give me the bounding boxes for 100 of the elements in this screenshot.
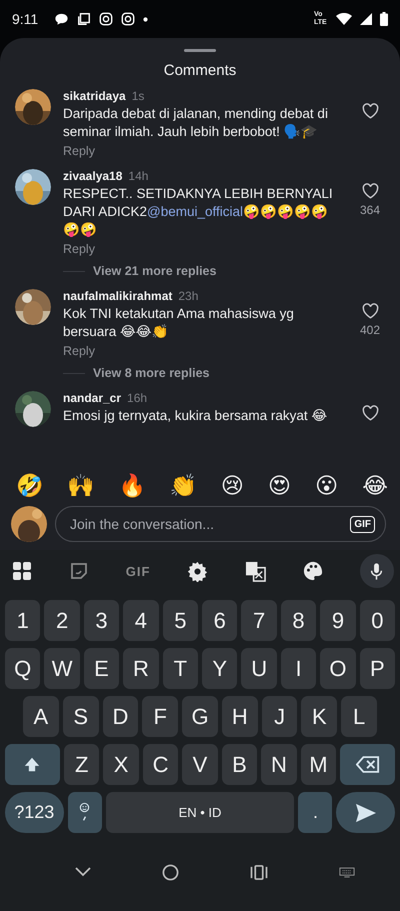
key[interactable]: K — [301, 696, 338, 737]
gif-button[interactable]: GIF — [350, 516, 375, 532]
dot-icon — [143, 16, 148, 22]
key[interactable]: 7 — [241, 600, 277, 641]
username[interactable]: naufalmalikirahmat — [63, 289, 172, 303]
reaction-emoji[interactable]: 🤣 — [16, 472, 43, 500]
heart-icon[interactable] — [362, 405, 378, 421]
key[interactable]: D — [102, 696, 138, 737]
key[interactable]: N — [261, 744, 297, 785]
key[interactable]: W — [44, 648, 80, 689]
camera-icon — [99, 12, 114, 26]
translate-icon[interactable] — [245, 560, 266, 582]
copy-icon — [77, 12, 92, 26]
key[interactable]: A — [23, 696, 59, 737]
send-icon — [354, 802, 377, 822]
reply-link[interactable]: Reply — [63, 144, 341, 158]
key[interactable]: G — [182, 696, 218, 737]
key[interactable]: P — [360, 648, 396, 689]
keyboard-icon[interactable] — [338, 866, 355, 878]
username[interactable]: sikatridaya — [63, 89, 126, 103]
key[interactable]: M — [300, 744, 336, 785]
mic-icon — [370, 562, 384, 580]
period-key[interactable]: . — [298, 792, 332, 833]
key[interactable]: 9 — [320, 600, 356, 641]
battery-icon — [380, 12, 388, 26]
key[interactable]: 3 — [84, 600, 120, 641]
key[interactable]: 0 — [360, 600, 396, 641]
chat-bubble-icon — [54, 12, 70, 26]
sheet-title: Comments — [162, 62, 238, 79]
chevron-down-icon[interactable] — [75, 867, 92, 877]
key[interactable]: 5 — [162, 600, 198, 641]
mention-link[interactable]: @bemui_official — [147, 204, 244, 219]
symbols-key[interactable]: ?123 — [5, 792, 64, 833]
reaction-emoji[interactable]: 🙌 — [67, 472, 94, 500]
apps-icon[interactable] — [12, 561, 32, 581]
reaction-emoji[interactable]: 😍 — [268, 472, 291, 500]
key[interactable]: I — [280, 648, 316, 689]
key[interactable]: O — [320, 648, 356, 689]
key[interactable]: R — [123, 648, 159, 689]
key[interactable]: H — [222, 696, 258, 737]
key[interactable]: X — [103, 744, 139, 785]
signal-icon — [360, 13, 372, 25]
backspace-icon — [356, 756, 380, 773]
key[interactable]: C — [142, 744, 178, 785]
like-count: 402 — [360, 323, 380, 337]
comment-time: 23h — [178, 289, 198, 303]
key[interactable]: Y — [202, 648, 238, 689]
key[interactable]: 8 — [280, 600, 316, 641]
like-count: 364 — [360, 203, 380, 217]
shift-icon — [23, 756, 42, 774]
key[interactable]: B — [222, 744, 258, 785]
mic-button[interactable] — [360, 554, 394, 588]
reply-link[interactable]: Reply — [63, 242, 341, 256]
comment-text: Emosi jg ternyata, kukira bersama rakyat 😂 — [63, 407, 328, 425]
username[interactable]: zivaalya18 — [63, 169, 122, 183]
comment-text: RESPECT.. SETIDAKNYA LEBIH BERNYALI DARI ADICK2@bemui_official🤪🤪🤪🤪🤪🤪🤪 — [63, 185, 334, 239]
settings-icon[interactable] — [187, 560, 208, 582]
comment-field[interactable]: Join the conversation... GIF — [55, 506, 386, 542]
emoji-key[interactable] — [68, 792, 102, 833]
reaction-emoji[interactable]: 🔥 — [118, 472, 146, 500]
recents-icon[interactable] — [250, 864, 268, 880]
reaction-emoji[interactable]: 😂 — [362, 472, 388, 500]
gif-button[interactable]: GIF — [126, 564, 150, 578]
key[interactable]: 6 — [202, 600, 238, 641]
wifi-icon — [336, 13, 352, 25]
backspace-key[interactable] — [340, 744, 396, 785]
drag-handle[interactable] — [184, 49, 216, 52]
key[interactable]: S — [62, 696, 99, 737]
shift-key[interactable] — [5, 744, 60, 785]
view-replies-link[interactable]: View 8 more replies — [93, 366, 210, 380]
home-icon[interactable] — [162, 864, 180, 880]
key[interactable]: V — [182, 744, 218, 785]
key[interactable]: E — [84, 648, 120, 689]
heart-icon[interactable] — [362, 103, 378, 119]
key[interactable]: Q — [5, 648, 40, 689]
key[interactable]: 1 — [5, 600, 40, 641]
reply-link[interactable]: Reply — [63, 344, 341, 358]
reaction-emoji[interactable]: 😢 — [220, 472, 244, 500]
comment-text: Kok TNI ketakutan Ama mahasiswa yg bersuara 😂😂👏 — [63, 305, 295, 341]
palette-icon[interactable] — [303, 561, 324, 581]
username[interactable]: nandar_cr — [63, 391, 122, 405]
space-bar[interactable]: EN • ID — [106, 792, 294, 833]
emoji-comma-icon — [79, 802, 90, 824]
key[interactable]: U — [241, 648, 277, 689]
key[interactable]: L — [341, 696, 378, 737]
key[interactable]: 4 — [123, 600, 159, 641]
clock: 9:11 — [12, 11, 38, 27]
key[interactable]: Z — [64, 744, 100, 785]
heart-icon[interactable] — [362, 303, 378, 319]
key[interactable]: F — [142, 696, 178, 737]
send-key[interactable] — [336, 792, 396, 833]
view-replies-link[interactable]: View 21 more replies — [93, 264, 216, 278]
reaction-emoji[interactable]: 😮 — [315, 472, 338, 500]
key[interactable]: 2 — [44, 600, 80, 641]
heart-icon[interactable] — [362, 183, 378, 199]
key[interactable]: J — [262, 696, 298, 737]
reaction-emoji[interactable]: 👏 — [170, 472, 197, 500]
sticker-icon[interactable] — [68, 561, 89, 581]
key[interactable]: T — [162, 648, 198, 689]
comment-time: 1s — [132, 89, 144, 103]
